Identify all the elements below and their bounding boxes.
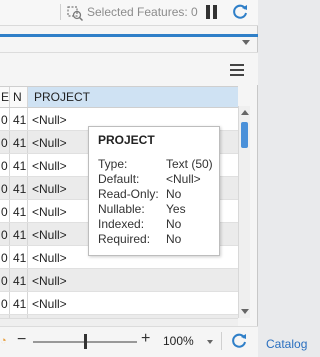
attribute-table-pane: Selected Features: 0 E N PROJECT 0 41 <Nul…	[0, 0, 258, 357]
table-row[interactable]: 0 41 <Null>	[0, 269, 238, 292]
chevron-down-icon[interactable]	[242, 40, 250, 45]
grid-header-row: E N PROJECT	[0, 87, 238, 108]
cell-n[interactable]: 41	[10, 200, 28, 222]
column-header-e[interactable]: E	[0, 87, 10, 107]
cell-n-text: 41	[13, 182, 27, 196]
catalog-tab[interactable]: Catalog	[266, 337, 307, 351]
cell-e[interactable]: 0	[0, 131, 10, 153]
cell-project-text: <Null>	[32, 182, 67, 196]
cell-e-text: 0	[1, 136, 8, 150]
tooltip-field-value: Text (50)	[166, 157, 213, 171]
scroll-thumb[interactable]	[241, 122, 248, 148]
table-options-bar	[0, 52, 258, 85]
tooltip-field-key: Default:	[98, 172, 140, 186]
active-tab-indicator	[0, 34, 258, 37]
statusbar-separator	[221, 332, 222, 350]
selected-features-icon[interactable]	[66, 4, 84, 22]
cell-e-text: 0	[1, 113, 8, 127]
cell-e-text: 0	[1, 182, 8, 196]
scroll-up-icon[interactable]	[241, 110, 249, 115]
column-header-project[interactable]: PROJECT	[28, 87, 238, 107]
cell-n-text: 41	[13, 113, 27, 127]
cell-project-text: <Null>	[32, 113, 67, 127]
cell-project-text: <Null>	[32, 274, 67, 288]
toolbar-separator	[60, 4, 61, 20]
cell-e-text: 0	[1, 228, 8, 242]
cell-n[interactable]: 41	[10, 223, 28, 245]
tooltip-field-value: Yes	[166, 202, 186, 216]
cell-project-text: <Null>	[32, 159, 67, 173]
cell-n[interactable]: 41	[10, 269, 28, 291]
cell-n[interactable]: 41	[10, 154, 28, 176]
cell-e-text: 0	[1, 205, 8, 219]
cell-e[interactable]: 0	[0, 246, 10, 268]
cell-e[interactable]: 0	[0, 223, 10, 245]
tooltip-field-key: Type:	[98, 157, 128, 171]
zoom-out-icon[interactable]: −	[17, 331, 26, 349]
cell-n-text: 41	[13, 297, 27, 311]
cell-e-text: 0	[1, 274, 8, 288]
cell-e-text: 0	[1, 159, 8, 173]
tooltip-field-key: Read-Only:	[98, 187, 159, 201]
cell-e[interactable]: 0	[0, 200, 10, 222]
horizontal-scrollbar[interactable]	[0, 318, 238, 326]
tooltip-title: PROJECT	[98, 133, 155, 147]
cell-n-text: 41	[13, 159, 27, 173]
cell-e[interactable]: 0	[0, 292, 10, 314]
tooltip-field-key: Required:	[98, 232, 151, 246]
tooltip-field-key: Indexed:	[98, 217, 145, 231]
lock-icon: ◔	[0, 335, 7, 347]
tooltip-field-value: <Null>	[166, 172, 201, 186]
cell-e[interactable]: 0	[0, 269, 10, 291]
cell-n[interactable]: 41	[10, 292, 28, 314]
cell-e[interactable]: 0	[0, 108, 10, 130]
cell-e[interactable]: 0	[0, 177, 10, 199]
cell-e-text: 0	[1, 251, 8, 265]
cell-project[interactable]: <Null>	[28, 269, 238, 291]
selected-features-label: Selected Features: 0	[87, 5, 198, 19]
tooltip-field-value: No	[166, 217, 182, 231]
field-info-tooltip: PROJECT Type: Text (50) Default: <Null> Read…	[88, 126, 220, 256]
cell-project-text: <Null>	[32, 251, 67, 265]
cell-project-text: <Null>	[32, 228, 67, 242]
refresh-icon[interactable]	[231, 3, 249, 21]
cell-n[interactable]: 41	[10, 177, 28, 199]
table-row[interactable]: 0 41 <Null>	[0, 292, 238, 315]
zoom-slider-handle[interactable]	[84, 334, 87, 349]
zoom-level[interactable]: 100%	[163, 334, 194, 348]
tooltip-field-key: Nullable:	[98, 202, 145, 216]
cell-e-text: 0	[1, 297, 8, 311]
cell-n-text: 41	[13, 136, 27, 150]
tooltip-field-value: No	[166, 232, 182, 246]
cell-project-text: <Null>	[32, 205, 67, 219]
cell-n-text: 41	[13, 274, 27, 288]
vertical-scrollbar[interactable]	[238, 106, 250, 318]
cell-n[interactable]: 41	[10, 246, 28, 268]
table-top-toolbar: Selected Features: 0	[0, 0, 258, 26]
scroll-down-icon[interactable]	[241, 309, 249, 314]
pause-icon[interactable]	[206, 5, 218, 19]
column-header-n[interactable]: N	[10, 87, 28, 107]
cell-project-text: <Null>	[32, 136, 67, 150]
menu-icon[interactable]	[230, 64, 244, 76]
cell-n-text: 41	[13, 205, 27, 219]
cell-n-text: 41	[13, 228, 27, 242]
table-status-bar: ◔ − + 100%	[0, 326, 258, 357]
cell-project[interactable]: <Null>	[28, 292, 238, 314]
tooltip-field-value: No	[166, 187, 182, 201]
cell-e[interactable]: 0	[0, 154, 10, 176]
zoom-dropdown-icon[interactable]	[207, 340, 213, 344]
cell-n[interactable]: 41	[10, 108, 28, 130]
cell-n-text: 41	[13, 251, 27, 265]
refresh-icon[interactable]	[230, 332, 248, 350]
cell-n[interactable]: 41	[10, 131, 28, 153]
zoom-in-icon[interactable]: +	[141, 330, 150, 348]
cell-project-text: <Null>	[32, 297, 67, 311]
